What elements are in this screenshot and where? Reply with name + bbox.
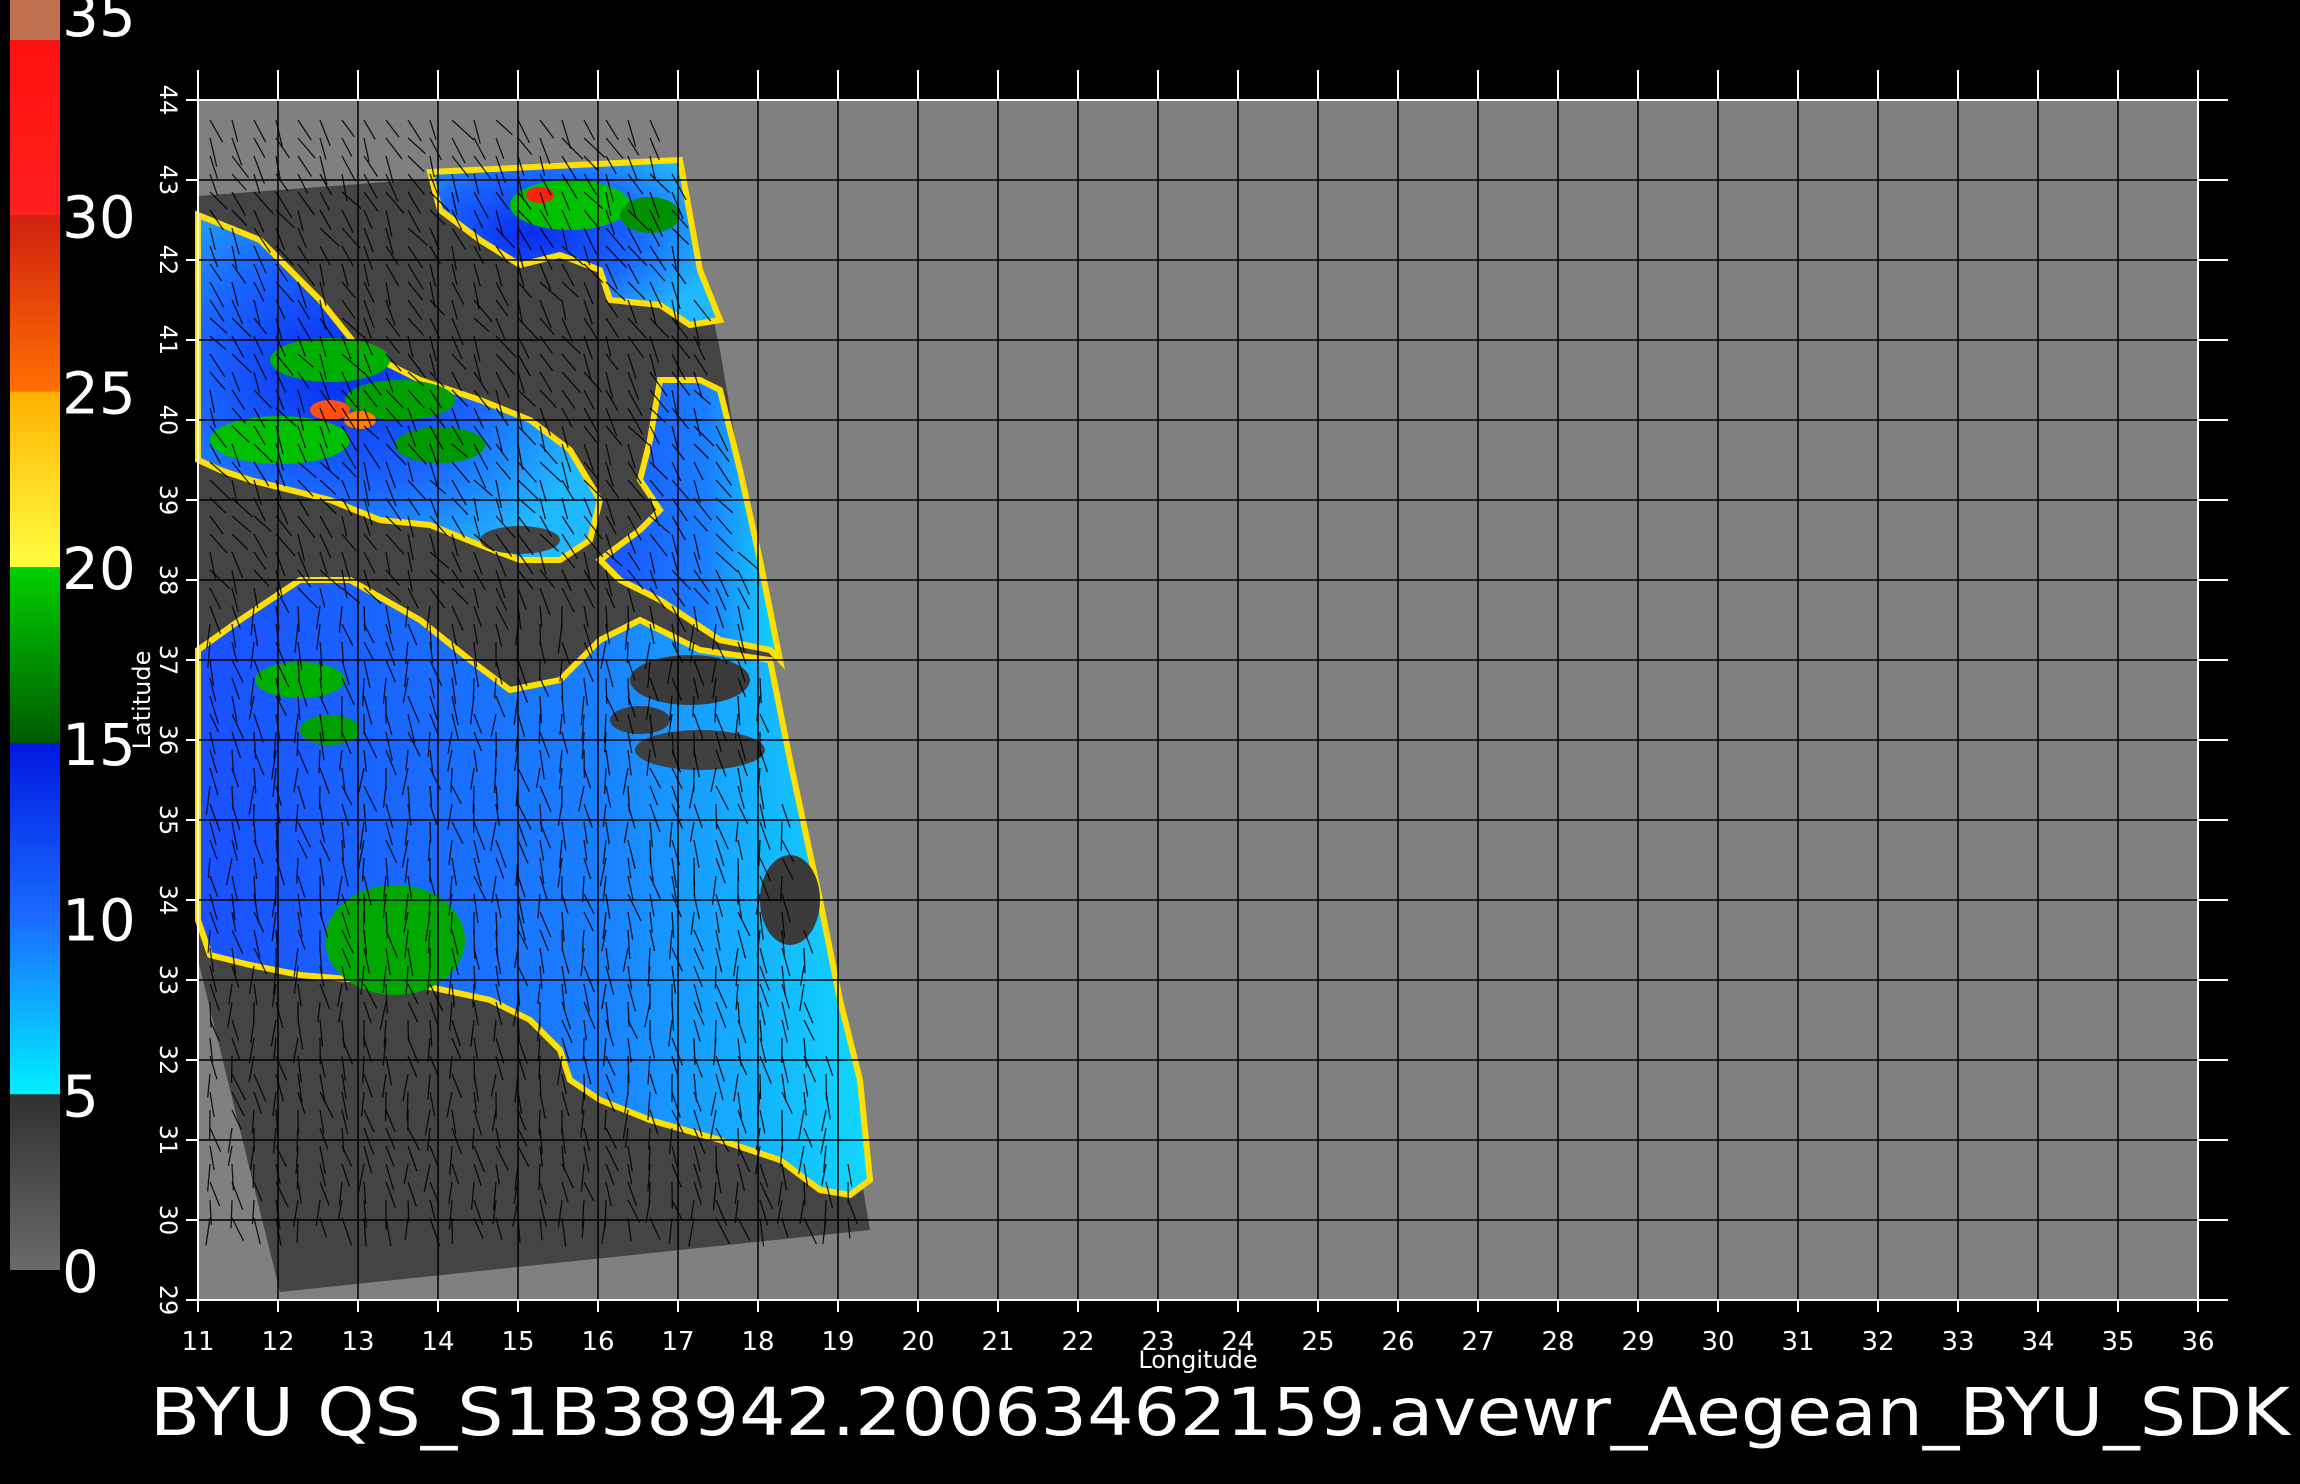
lat-tick-34: 34 <box>154 885 182 916</box>
lat-tick-43: 43 <box>154 165 182 196</box>
wind-vector <box>694 876 695 896</box>
lat-tick-33: 33 <box>154 965 182 996</box>
lon-tick-33: 33 <box>1941 1327 1974 1357</box>
lat-tick-37: 37 <box>154 645 182 676</box>
wind-vector <box>606 678 607 704</box>
lat-tick-41: 41 <box>154 325 182 356</box>
colorbar-band-5-10 <box>10 919 60 1095</box>
lon-tick-13: 13 <box>341 1327 374 1357</box>
colorbar-label-20: 20 <box>62 535 136 603</box>
lon-tick-11: 11 <box>181 1327 214 1357</box>
colorbar-band-30-35 <box>10 40 60 216</box>
x-axis-label: Longitude <box>1138 1346 1257 1374</box>
wind-map-figure: 1112131415161718192021222324252627282930… <box>0 0 2300 1480</box>
lon-tick-19: 19 <box>821 1327 854 1357</box>
lon-tick-25: 25 <box>1301 1327 1334 1357</box>
colorbar-label-5: 5 <box>62 1062 99 1130</box>
colorbar-band-10-15 <box>10 743 60 919</box>
lon-tick-12: 12 <box>261 1327 294 1357</box>
map-svg: 1112131415161718192021222324252627282930… <box>0 0 2300 1480</box>
lon-tick-31: 31 <box>1781 1327 1814 1357</box>
lon-tick-27: 27 <box>1461 1327 1494 1357</box>
lon-tick-28: 28 <box>1541 1327 1574 1357</box>
lat-tick-32: 32 <box>154 1045 182 1076</box>
wind-vector <box>253 1164 254 1188</box>
wind-vector <box>715 966 716 989</box>
lon-tick-21: 21 <box>981 1327 1014 1357</box>
lat-tick-36: 36 <box>154 725 182 756</box>
colorbar-labels: 0 5 10 15 20 25 30 35 <box>62 0 136 1306</box>
lon-tick-30: 30 <box>1701 1327 1734 1357</box>
colorbar-band-25-30 <box>10 216 60 392</box>
latitude-tick-labels: 29 30 31 32 33 34 35 36 37 38 39 40 41 42 43 44 <box>154 85 182 1316</box>
wind-vector <box>539 714 540 743</box>
lon-tick-17: 17 <box>661 1327 694 1357</box>
wind-vector <box>474 930 475 959</box>
lat-tick-30: 30 <box>154 1205 182 1236</box>
wind-vector <box>716 804 717 829</box>
lon-tick-16: 16 <box>581 1327 614 1357</box>
lat-tick-44: 44 <box>154 85 182 116</box>
lat-tick-29: 29 <box>154 1285 182 1316</box>
colorbar-label-10: 10 <box>62 887 136 955</box>
wind-vector <box>781 822 782 851</box>
lon-tick-34: 34 <box>2021 1327 2054 1357</box>
wind-vector <box>275 876 276 906</box>
wind-vector <box>430 822 431 842</box>
wind-vector <box>363 912 364 933</box>
colorbar-label-0: 0 <box>62 1238 99 1306</box>
colorbar <box>10 0 60 1270</box>
lon-tick-22: 22 <box>1061 1327 1094 1357</box>
lon-tick-32: 32 <box>1861 1327 1894 1357</box>
lat-tick-38: 38 <box>154 565 182 596</box>
colorbar-label-25: 25 <box>62 359 136 427</box>
lon-tick-35: 35 <box>2101 1327 2134 1357</box>
colorbar-band-0-5 <box>10 1094 60 1270</box>
colorbar-label-15: 15 <box>62 711 136 779</box>
lon-tick-36: 36 <box>2181 1327 2214 1357</box>
lat-tick-35: 35 <box>154 805 182 836</box>
lon-tick-15: 15 <box>501 1327 534 1357</box>
colorbar-label-30: 30 <box>62 184 136 252</box>
lat-tick-31: 31 <box>154 1125 182 1156</box>
colorbar-top-cap <box>10 0 60 40</box>
wind-vector <box>297 732 298 756</box>
lat-tick-40: 40 <box>154 405 182 436</box>
colorbar-band-15-20 <box>10 567 60 743</box>
lon-tick-26: 26 <box>1381 1327 1414 1357</box>
lat-tick-39: 39 <box>154 485 182 516</box>
lat-tick-42: 42 <box>154 245 182 276</box>
colorbar-band-20-25 <box>10 391 60 567</box>
colorbar-label-35: 35 <box>62 0 136 50</box>
lon-tick-29: 29 <box>1621 1327 1654 1357</box>
lon-tick-14: 14 <box>421 1327 454 1357</box>
lon-tick-20: 20 <box>901 1327 934 1357</box>
figure-title: BYU QS_S1B38942.20063462159.avewr_Aegean… <box>150 1374 2292 1451</box>
lon-tick-18: 18 <box>741 1327 774 1357</box>
